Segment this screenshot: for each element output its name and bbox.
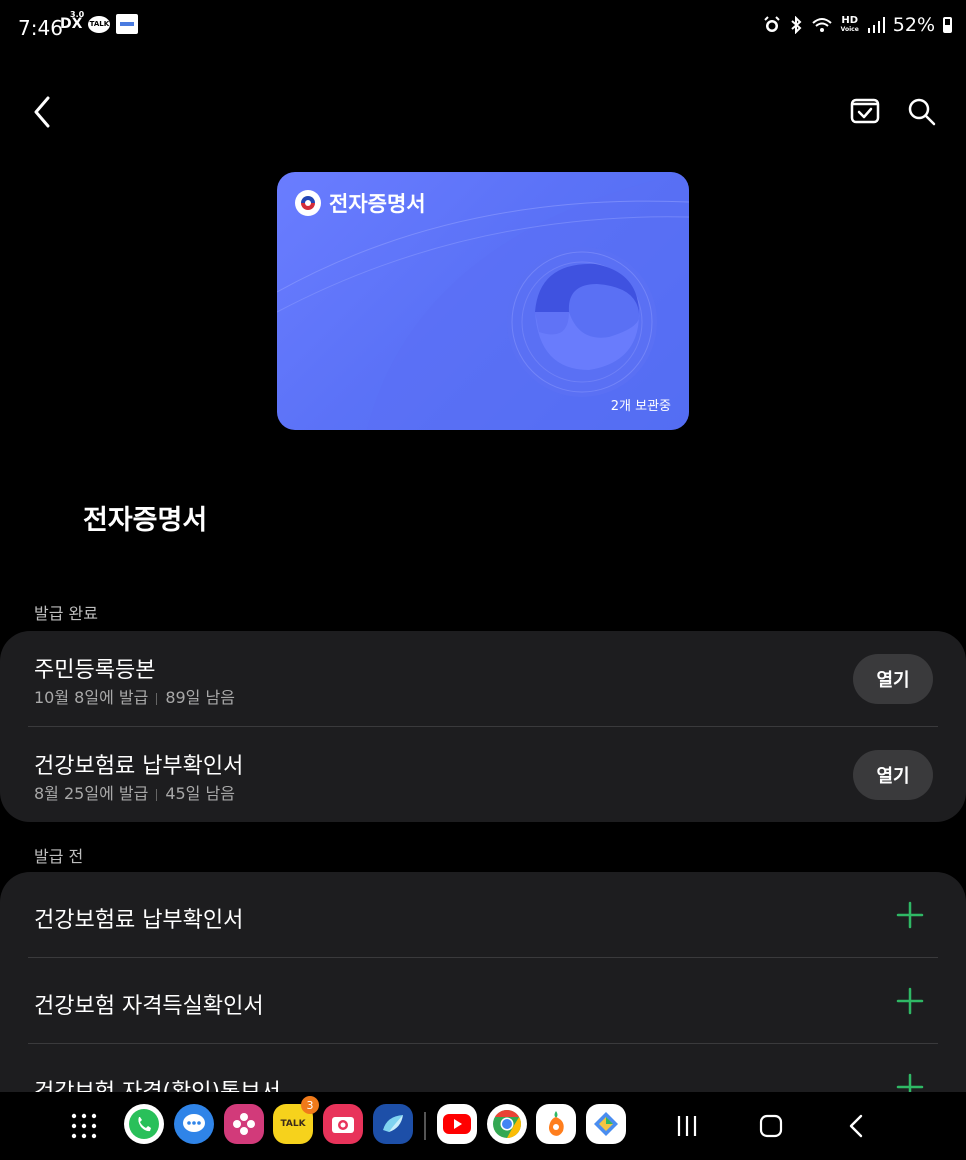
separator xyxy=(156,692,158,705)
map-app-icon[interactable] xyxy=(586,1104,626,1144)
app-notification-icon xyxy=(116,14,139,34)
system-status-icons: HD Voice 52% xyxy=(763,14,952,36)
bluetooth-icon xyxy=(790,16,802,34)
item-remaining: 45일 남음 xyxy=(165,784,235,803)
card-count: 2개 보관중 xyxy=(610,399,671,414)
government-emblem-icon xyxy=(295,190,321,216)
carrot-app-icon[interactable] xyxy=(536,1104,576,1144)
signal-icon xyxy=(867,17,885,33)
recent-apps-button[interactable] xyxy=(672,1112,702,1140)
gallery-app-icon[interactable] xyxy=(224,1104,264,1144)
chevron-left-icon xyxy=(34,96,50,128)
certificate-card[interactable]: 전자증명서 2개 보관중 xyxy=(277,172,689,430)
item-subtitle: 10월 8일에 발급 89일 남음 xyxy=(34,684,235,708)
bottom-dock: TALK 3 xyxy=(0,1092,966,1160)
battery-icon xyxy=(943,17,952,33)
home-button[interactable] xyxy=(756,1112,786,1140)
status-bar: 7:46 DX 3.0 TALK HD Voice 52% xyxy=(0,0,966,56)
kakaotalk-app-icon[interactable]: TALK 3 xyxy=(273,1096,319,1144)
apps-grid-button[interactable] xyxy=(70,1112,98,1140)
notification-badge: 3 xyxy=(301,1096,319,1114)
battery-percent: 52% xyxy=(892,14,935,36)
item-title: 건강보험료 납부확인서 xyxy=(34,908,244,933)
add-button[interactable] xyxy=(894,985,926,1017)
camera-app-icon[interactable] xyxy=(323,1104,363,1144)
nav-back-button[interactable] xyxy=(842,1112,872,1140)
item-issued-date: 10월 8일에 발급 xyxy=(34,688,149,707)
issued-list: 주민등록등본 10월 8일에 발급 89일 남음 열기 건강보험료 납부확인서 8… xyxy=(0,631,966,822)
item-remaining: 89일 남음 xyxy=(165,688,235,707)
separator xyxy=(156,788,158,801)
dx-version: 3.0 xyxy=(70,10,85,19)
page-title: 전자증명서 xyxy=(83,505,208,536)
recent-apps-icon xyxy=(677,1116,697,1136)
wallet-button[interactable] xyxy=(846,92,884,130)
wifi-icon xyxy=(811,18,832,32)
pending-item-qualification-history[interactable]: 건강보험 자격득실확인서 xyxy=(0,958,966,1043)
nav-back-icon xyxy=(849,1114,863,1138)
open-button[interactable]: 열기 xyxy=(853,750,933,800)
wallet-check-icon xyxy=(850,98,880,124)
item-issued-date: 8월 25일에 발급 xyxy=(34,784,149,803)
status-time: 7:46 xyxy=(18,16,63,40)
search-button[interactable] xyxy=(902,92,940,130)
hd-voice-icon: HD Voice xyxy=(841,16,859,34)
hd-sub-label: Voice xyxy=(840,26,859,33)
item-title: 주민등록등본 xyxy=(34,658,156,683)
bird-app-icon[interactable] xyxy=(373,1104,413,1144)
item-subtitle: 8월 25일에 발급 45일 남음 xyxy=(34,780,235,804)
issued-item-health-insurance-payment[interactable]: 건강보험료 납부확인서 8월 25일에 발급 45일 남음 열기 xyxy=(0,727,966,822)
notification-icons: DX 3.0 TALK xyxy=(60,10,139,34)
plus-icon xyxy=(896,987,924,1015)
kakaotalk-notification-icon: TALK xyxy=(88,15,111,33)
issued-item-resident-registration[interactable]: 주민등록등본 10월 8일에 발급 89일 남음 열기 xyxy=(0,631,966,726)
youtube-app-icon[interactable] xyxy=(437,1104,477,1144)
apps-grid-icon xyxy=(71,1113,97,1139)
alarm-icon xyxy=(763,16,780,32)
open-button[interactable]: 열기 xyxy=(853,654,933,704)
talk-label: TALK xyxy=(89,20,110,28)
plus-icon xyxy=(896,901,924,929)
home-icon xyxy=(759,1114,783,1138)
item-title: 건강보험료 납부확인서 xyxy=(34,754,244,779)
back-button[interactable] xyxy=(26,92,62,132)
issued-section-label: 발급 완료 xyxy=(34,604,98,623)
add-button[interactable] xyxy=(894,899,926,931)
pending-section-label: 발급 전 xyxy=(34,847,84,866)
card-title: 전자증명서 xyxy=(329,192,426,216)
chrome-app-icon[interactable] xyxy=(487,1104,527,1144)
dock-divider xyxy=(424,1112,426,1140)
whatsapp-app-icon[interactable] xyxy=(124,1104,164,1144)
kakao-label: TALK xyxy=(280,1119,306,1129)
item-title: 건강보험 자격득실확인서 xyxy=(34,994,264,1019)
search-icon xyxy=(908,98,936,126)
messages-app-icon[interactable] xyxy=(174,1104,214,1144)
pending-item-health-insurance-payment[interactable]: 건강보험료 납부확인서 xyxy=(0,872,966,957)
dx-icon: DX 3.0 xyxy=(60,10,84,32)
